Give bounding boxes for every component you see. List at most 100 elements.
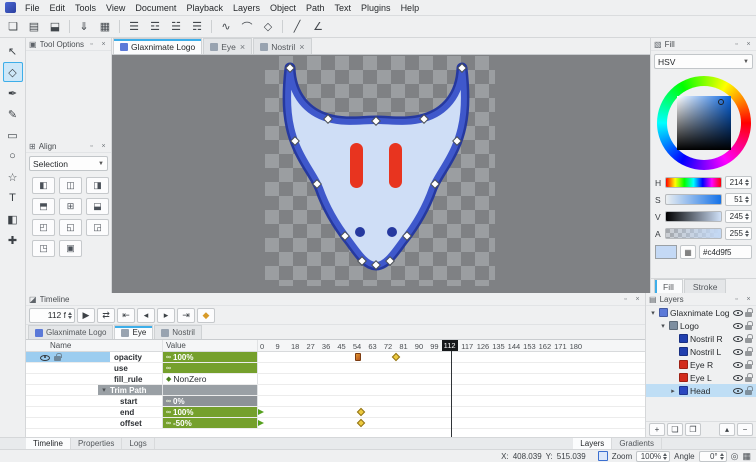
- rotate-reset-icon[interactable]: ◎: [731, 451, 739, 462]
- slider-a-spinbox[interactable]: 255: [725, 227, 752, 240]
- document-new-button[interactable]: ❏: [3, 18, 23, 36]
- timeline-ruler[interactable]: 0918273645546372819099117126135144153162…: [258, 340, 645, 351]
- slider-h-track[interactable]: [665, 177, 722, 188]
- menu-document[interactable]: Document: [130, 2, 181, 14]
- timeline-tab-nostril[interactable]: Nostril: [154, 325, 202, 339]
- canvas-tab-nostril[interactable]: Nostril×: [253, 38, 311, 54]
- dock-tab-gradients[interactable]: Gradients: [612, 438, 662, 449]
- align-left-button[interactable]: ◧: [32, 177, 55, 194]
- visibility-icon[interactable]: [733, 334, 743, 343]
- trim-path-group-row[interactable]: ▾Trim Path: [98, 385, 162, 395]
- draw-ellipse-button[interactable]: ○: [3, 146, 23, 166]
- canvas-viewport[interactable]: [112, 55, 650, 293]
- timeline-tab-eye[interactable]: Eye: [114, 325, 153, 339]
- value-opacity[interactable]: ∞100%: [163, 352, 258, 362]
- draw-rectangle-button[interactable]: ▭: [3, 125, 23, 145]
- spinner-arrows[interactable]: [745, 230, 749, 237]
- float-panel-icon[interactable]: ▫: [732, 296, 741, 303]
- move-layer-up-button[interactable]: ▴: [719, 423, 735, 436]
- visibility-icon[interactable]: [733, 321, 743, 330]
- align-center-button[interactable]: ⊞: [59, 198, 82, 215]
- dock-tab-layers[interactable]: Layers: [573, 438, 612, 449]
- edit-shape-button[interactable]: ◇: [3, 62, 23, 82]
- render-frame-button[interactable]: ▦: [95, 18, 115, 36]
- fox-head-artwork[interactable]: [265, 56, 495, 286]
- dock-tab-timeline[interactable]: Timeline: [26, 438, 71, 449]
- spin-up-icon[interactable]: [745, 230, 749, 233]
- spin-down-icon[interactable]: [745, 234, 749, 237]
- slider-h-spinbox[interactable]: 214: [725, 176, 752, 189]
- draw-line-button[interactable]: ╱: [287, 18, 307, 36]
- menu-object[interactable]: Object: [265, 2, 301, 14]
- visibility-icon[interactable]: [733, 373, 743, 382]
- menu-plugins[interactable]: Plugins: [356, 2, 396, 14]
- select-button[interactable]: ↖: [3, 41, 23, 61]
- spinner-arrows[interactable]: [745, 213, 749, 220]
- path-arc-button[interactable]: ⌒: [237, 18, 257, 36]
- keyframe-start-marker[interactable]: [258, 420, 264, 426]
- selection-bounds-icon[interactable]: [598, 451, 608, 461]
- layer-row-logo[interactable]: ▾Logo: [646, 319, 756, 332]
- spinner-arrows[interactable]: [663, 453, 667, 460]
- visibility-icon[interactable]: [733, 347, 743, 356]
- float-panel-icon[interactable]: ▫: [87, 41, 96, 48]
- spin-up-icon[interactable]: [745, 196, 749, 199]
- float-panel-icon[interactable]: ▫: [87, 143, 96, 150]
- spin-down-icon[interactable]: [68, 316, 72, 319]
- value-start[interactable]: ∞0%: [163, 396, 258, 406]
- close-tab-icon[interactable]: ×: [240, 42, 245, 52]
- lock-icon[interactable]: [745, 373, 753, 382]
- draw-angle-button[interactable]: ∠: [308, 18, 328, 36]
- spin-up-icon[interactable]: [745, 213, 749, 216]
- visibility-icon[interactable]: [40, 353, 50, 362]
- draw-star-button[interactable]: ☆: [3, 167, 23, 187]
- current-frame-spinbox[interactable]: 112 f: [29, 308, 75, 323]
- menu-edit[interactable]: Edit: [45, 2, 71, 14]
- keyframe-range-marker[interactable]: [355, 353, 361, 361]
- spin-up-icon[interactable]: [663, 453, 667, 456]
- angle-spinbox[interactable]: 0°: [699, 451, 727, 462]
- layer-row-head[interactable]: ▸Head: [646, 384, 756, 397]
- document-open-button[interactable]: ▤: [24, 18, 44, 36]
- visibility-icon[interactable]: [733, 386, 743, 395]
- float-panel-icon[interactable]: ▫: [621, 296, 630, 303]
- current-frame-box[interactable]: 112: [442, 340, 458, 351]
- close-panel-icon[interactable]: ×: [99, 41, 108, 48]
- text-align-center-button[interactable]: ☲: [145, 18, 165, 36]
- text-align-left-button[interactable]: ☰: [124, 18, 144, 36]
- zoom-spinbox[interactable]: 100%: [636, 451, 670, 462]
- distribute-h-button[interactable]: ◱: [59, 219, 82, 236]
- lock-icon[interactable]: [745, 386, 753, 395]
- keyframe-record-button[interactable]: ◆: [197, 308, 215, 323]
- current-color-swatch[interactable]: [655, 245, 677, 259]
- color-picker-tool-button[interactable]: ✚: [3, 230, 23, 250]
- spinner-arrows[interactable]: [720, 453, 724, 460]
- draw-freehand-button[interactable]: ✎: [3, 104, 23, 124]
- menu-text[interactable]: Text: [330, 2, 357, 14]
- tab-fill[interactable]: Fill: [654, 279, 683, 293]
- timeline-tab-glaxnimate-logo[interactable]: Glaxnimate Logo: [28, 325, 113, 339]
- loop-button[interactable]: ⇄: [97, 308, 115, 323]
- expander-icon[interactable]: ▾: [659, 322, 667, 330]
- slider-v-track[interactable]: [665, 211, 722, 222]
- next-keyframe-button[interactable]: ▸: [157, 308, 175, 323]
- align-bottom-button[interactable]: ⬓: [86, 198, 109, 215]
- spin-down-icon[interactable]: [745, 183, 749, 186]
- lock-icon[interactable]: [54, 353, 62, 362]
- right-nostril-shape[interactable]: [387, 227, 397, 237]
- node-edit-button[interactable]: ◇: [258, 18, 278, 36]
- visibility-icon[interactable]: [733, 360, 743, 369]
- slider-a-track[interactable]: [665, 228, 722, 239]
- close-panel-icon[interactable]: ×: [633, 296, 642, 303]
- menu-playback[interactable]: Playback: [181, 2, 228, 14]
- distribute-v-button[interactable]: ▣: [59, 240, 82, 257]
- layer-row-nostril-l[interactable]: Nostril L: [646, 345, 756, 358]
- text-align-right-button[interactable]: ☱: [166, 18, 186, 36]
- menu-view[interactable]: View: [101, 2, 130, 14]
- go-first-frame-button[interactable]: ⇤: [117, 308, 135, 323]
- add-layer-button[interactable]: +: [649, 423, 665, 436]
- layer-row-glaxnimate-logo[interactable]: ▾Glaxnimate Logo: [646, 306, 756, 319]
- menu-help[interactable]: Help: [396, 2, 425, 14]
- timeline-playhead[interactable]: [451, 351, 452, 437]
- text-tool-button[interactable]: T: [3, 188, 23, 208]
